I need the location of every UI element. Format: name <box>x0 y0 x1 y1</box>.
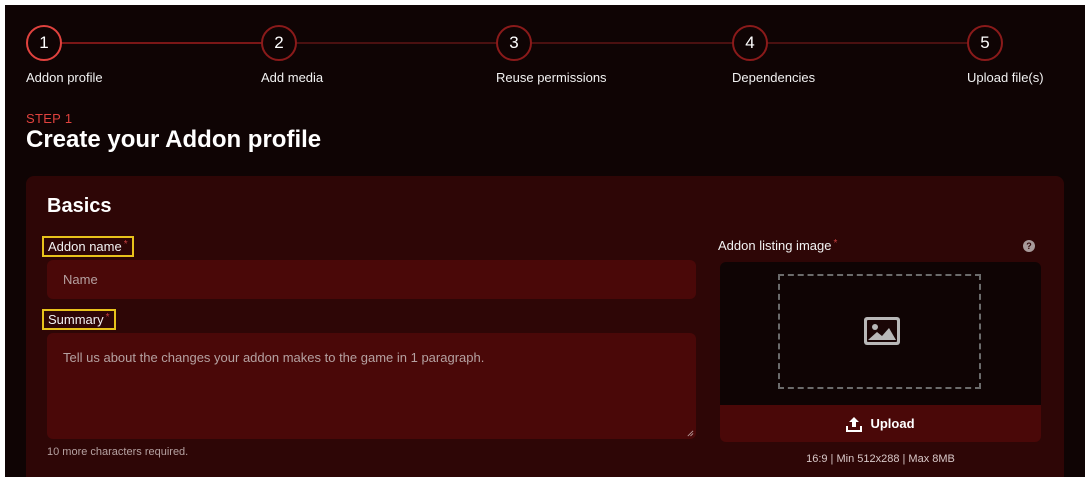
step-2-label: Add media <box>261 70 324 85</box>
step-1[interactable]: 1 Addon profile <box>26 25 103 85</box>
basics-title: Basics <box>47 195 112 217</box>
upload-button-label: Upload <box>870 416 915 431</box>
listing-image-preview[interactable] <box>720 262 1041 405</box>
step-2-circle: 2 <box>261 25 297 61</box>
image-requirements-hint: 16:9 | Min 512x288 | Max 8MB <box>806 453 955 465</box>
page-title: Create your Addon profile <box>26 126 322 153</box>
stepper: 1 Addon profile 2 Add media 3 Reuse perm… <box>5 5 1085 95</box>
step-1-circle: 1 <box>26 25 62 61</box>
step-3-circle: 3 <box>496 25 532 61</box>
step-1-label: Addon profile <box>26 70 103 85</box>
summary-textarea[interactable]: Tell us about the changes your addon mak… <box>47 333 696 439</box>
step-5[interactable]: 5 Upload file(s) <box>967 25 1044 85</box>
addon-name-label-text: Addon name <box>48 239 122 254</box>
step-4-circle: 4 <box>732 25 768 61</box>
stepper-track-active <box>45 42 285 44</box>
page: 1 Addon profile 2 Add media 3 Reuse perm… <box>5 5 1085 477</box>
upload-icon <box>846 416 863 432</box>
summary-helper-text: 10 more characters required. <box>47 446 189 458</box>
required-marker: * <box>123 239 128 250</box>
step-5-label: Upload file(s) <box>967 70 1044 85</box>
summary-placeholder: Tell us about the changes your addon mak… <box>63 350 485 365</box>
upload-button[interactable]: Upload <box>720 405 1041 442</box>
step-5-circle: 5 <box>967 25 1003 61</box>
step-4[interactable]: 4 Dependencies <box>732 25 815 85</box>
question-circle-icon[interactable]: ? <box>1023 240 1035 252</box>
required-marker: * <box>833 238 838 249</box>
basics-card: Basics Addon name * Name Summary * Tell us… <box>26 176 1064 477</box>
listing-image-label-text: Addon listing image <box>718 238 832 253</box>
addon-name-input[interactable]: Name <box>47 260 696 299</box>
addon-name-label: Addon name * <box>42 236 134 257</box>
summary-label-text: Summary <box>48 312 104 327</box>
step-3[interactable]: 3 Reuse permissions <box>496 25 607 85</box>
summary-label: Summary * <box>42 309 116 330</box>
step-2[interactable]: 2 Add media <box>261 25 323 85</box>
image-dropzone[interactable] <box>778 274 981 389</box>
image-placeholder-icon <box>864 317 900 345</box>
step-4-label: Dependencies <box>732 70 816 85</box>
required-marker: * <box>105 312 110 323</box>
resize-handle-icon[interactable] <box>686 429 694 437</box>
addon-name-placeholder: Name <box>63 272 98 287</box>
step-eyebrow: STEP 1 <box>26 111 73 126</box>
listing-image-label: Addon listing image * <box>718 238 837 253</box>
step-3-label: Reuse permissions <box>496 70 607 85</box>
